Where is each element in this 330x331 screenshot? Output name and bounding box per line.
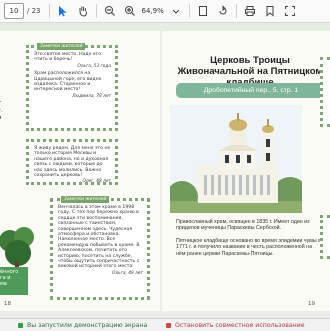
fullscreen-icon[interactable] [282, 3, 298, 19]
toolbar-divider [188, 4, 190, 18]
share-indicator-icon [18, 322, 23, 328]
right-page: Церковь Троицы Живоначальной на Пятницко… [162, 23, 330, 311]
church-description: Православный храм, освящен в 1835 г. Име… [176, 219, 310, 232]
residents-note: Заметки жителей Это святое место. Надо е… [26, 43, 118, 131]
zoom-out-icon[interactable] [102, 3, 118, 19]
stop-sharing-label: Остановить совместное использование [175, 321, 305, 329]
dropdown-icon[interactable] [168, 3, 184, 19]
page-total: / 23 [27, 7, 41, 15]
pdf-toolbar: 10 / 23 64,9% [0, 0, 330, 23]
cemetery-description: Пятницкое кладбище основано во время эпи… [176, 238, 322, 257]
print-icon[interactable] [242, 3, 258, 19]
page-number: 18 [4, 301, 11, 307]
church-photo [170, 105, 302, 213]
page-header-band [162, 23, 330, 31]
screen-share-message: Вы запустили демонстрацию экрана [27, 321, 148, 329]
screen-share-status-bar: Вы запустили демонстрацию экрана Останов… [0, 318, 330, 331]
note-author: Ольга, 49 лет [111, 270, 143, 276]
note-title: Заметки жителей [37, 43, 86, 51]
zoom-level[interactable]: 64,9% [142, 7, 164, 15]
page-number-input[interactable]: 10 [4, 3, 24, 19]
zoom-in-icon[interactable] [122, 3, 138, 19]
page-number: 19 [308, 301, 315, 307]
fit-page-icon[interactable] [195, 3, 211, 19]
cut-text: Г г. я [0, 101, 3, 121]
note-author: Людмила, 78 лет [72, 93, 111, 99]
toolbar-divider [95, 4, 97, 18]
note-author: Ольга, 53 года [77, 63, 111, 69]
left-page: Заметки жителей Это святое место. Надо е… [0, 23, 160, 311]
residents-note-edge [320, 215, 330, 259]
hand-icon[interactable] [75, 3, 91, 19]
note-title: Заметки жителей [61, 196, 110, 204]
address-badge: Дробопетийный пер., 5, стр. 1 [176, 83, 326, 98]
screen-share-status: Вы запустили демонстрацию экрана [0, 322, 158, 329]
residents-note: Я живу рядом. Для меня это не только ист… [26, 139, 118, 185]
note-text: Храм расположился на Царицыной горе, его… [34, 71, 102, 93]
caption-box: ённого га и ма [0, 267, 28, 295]
rotate-icon[interactable] [215, 3, 231, 19]
note-text: Венчалась в этом храме в 1998 году. С те… [58, 205, 140, 270]
stop-icon [166, 322, 171, 328]
stop-sharing-button[interactable]: Остановить совместное использование [158, 322, 305, 329]
toolbar-divider [235, 4, 237, 18]
note-author: Олег, 48 лет [82, 179, 112, 185]
cursor-icon[interactable] [55, 3, 71, 19]
note-text: Это святое место. Надо его чтить и береч… [34, 52, 101, 63]
page-header-band [0, 23, 160, 31]
toolbar-divider [48, 4, 50, 18]
residents-note: Заметки жителей Венчалась в этом храме в… [50, 196, 150, 300]
bookmark-icon[interactable] [262, 3, 278, 19]
residents-note-edge [320, 57, 330, 127]
note-text: Я живу рядом. Для меня это не только ист… [34, 146, 111, 179]
